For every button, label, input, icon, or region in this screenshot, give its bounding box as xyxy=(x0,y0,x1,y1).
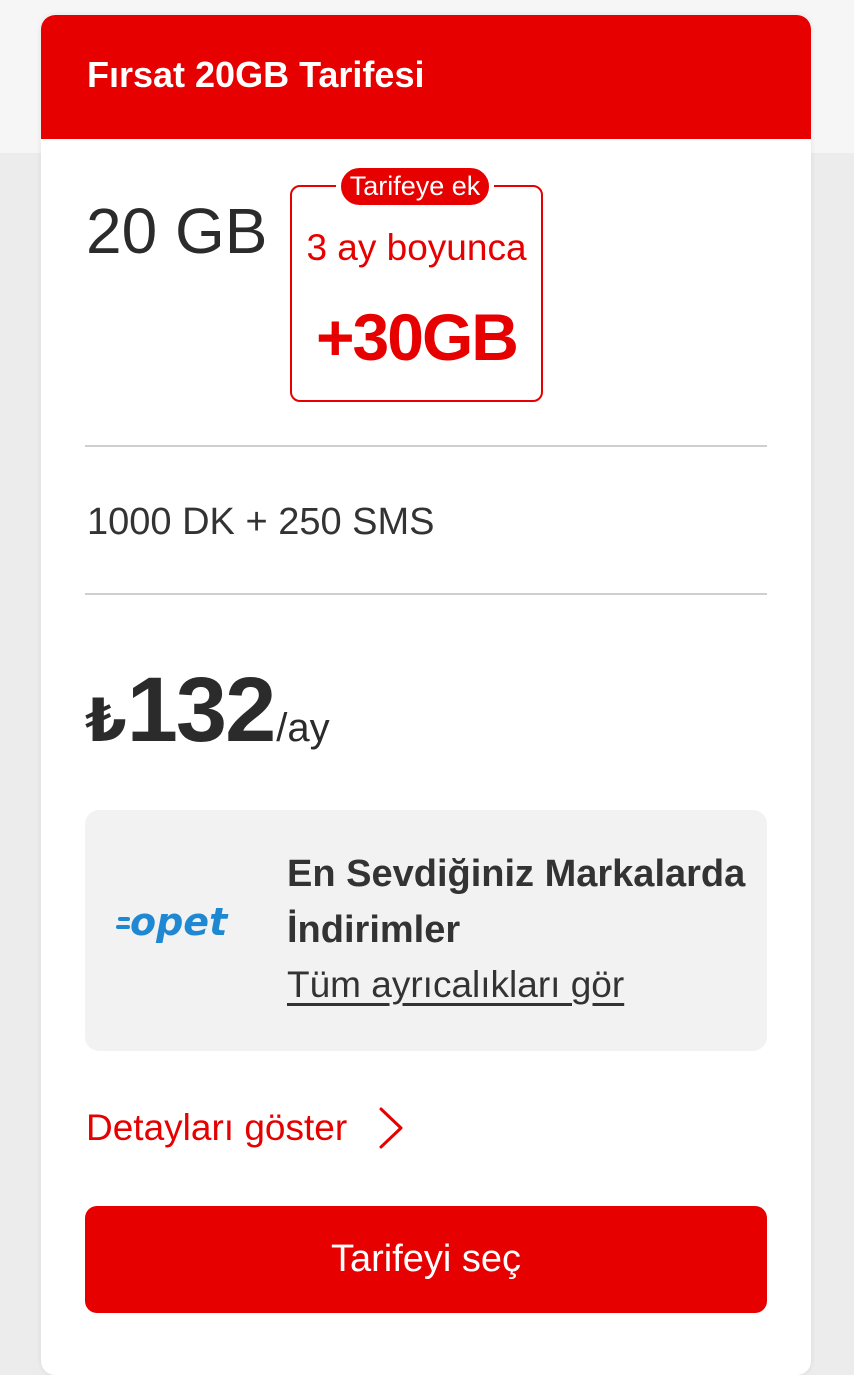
price-currency: ₺ xyxy=(85,687,127,754)
promo-tag: Tarifeye ek xyxy=(336,163,494,210)
tariff-title: Fırsat 20GB Tarifesi xyxy=(87,54,425,95)
price-amount: 132 xyxy=(126,659,276,761)
minutes-sms-allowance: 1000 DK + 250 SMS xyxy=(87,501,435,543)
divider xyxy=(85,445,767,447)
promo-duration: 3 ay boyunca xyxy=(306,227,527,268)
promo-bonus: +30GB xyxy=(316,300,519,374)
chevron-right-icon xyxy=(379,1107,403,1149)
tariff-card-header: Fırsat 20GB Tarifesi xyxy=(41,15,811,139)
opet-logo-icon: opet xyxy=(116,900,229,944)
show-details-label: Detayları göster xyxy=(86,1107,348,1148)
perk-title: En Sevdiğiniz Markalarda İndirimler xyxy=(287,853,746,951)
data-amount: 20 GB xyxy=(86,195,268,267)
all-perks-link[interactable]: Tüm ayrıcalıkları gör xyxy=(287,960,624,1010)
tariff-card: Fırsat 20GB Tarifesi 20 GB Tarifeye ek 3… xyxy=(41,15,811,1375)
show-details-link[interactable]: Detayları göster xyxy=(86,1102,403,1154)
perk-box: opet En Sevdiğiniz Markalarda İndirimler… xyxy=(85,810,767,1051)
price-period: /ay xyxy=(276,706,330,750)
price: ₺132/ay xyxy=(85,658,330,761)
perk-logo-text: opet xyxy=(130,900,229,944)
divider xyxy=(85,593,767,595)
select-tariff-button[interactable]: Tarifeyi seç xyxy=(85,1206,767,1313)
